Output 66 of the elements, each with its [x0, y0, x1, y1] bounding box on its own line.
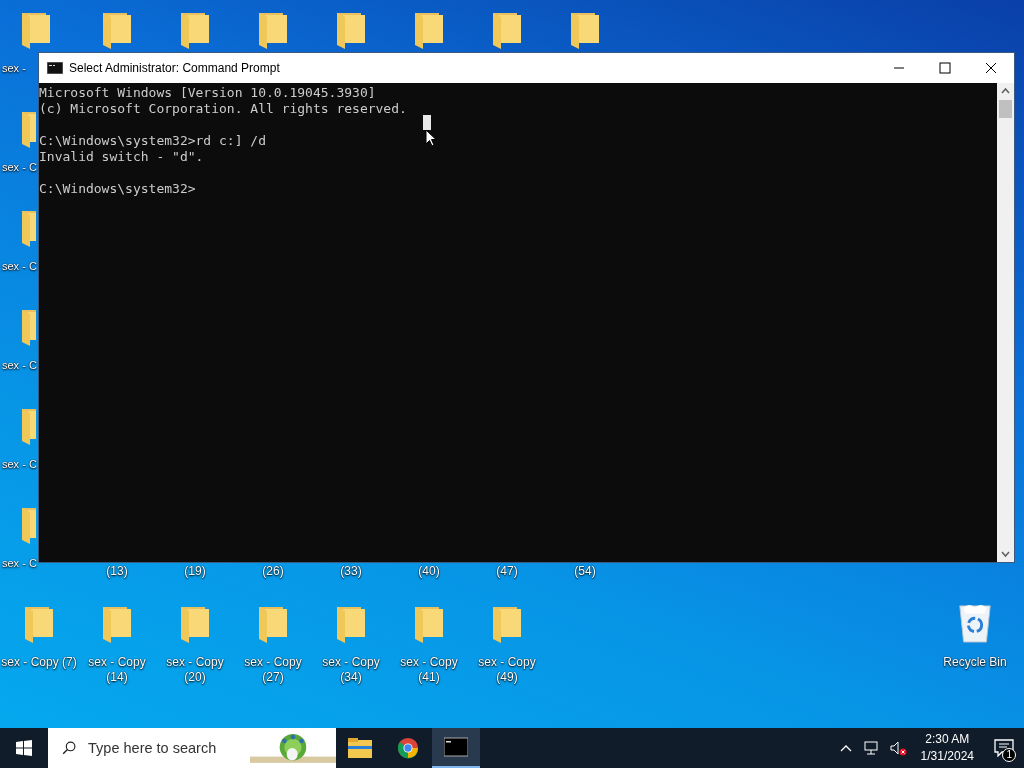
console-line: Invalid switch - "d". [39, 149, 204, 165]
desktop-icon-label[interactable]: sex - Copy (14) [79, 655, 155, 685]
clock-date[interactable]: 1/31/2024 [920, 748, 974, 765]
folder-icon[interactable] [20, 209, 36, 249]
folder-icon[interactable] [20, 11, 52, 51]
notification-icon[interactable] [994, 739, 1014, 757]
folder-icon[interactable] [101, 605, 133, 645]
folder-icon[interactable] [101, 11, 133, 51]
folder-icon[interactable] [20, 308, 36, 348]
mouse-pointer-icon [425, 129, 437, 147]
console-icon [47, 62, 63, 74]
notification-count-badge: 1 [1002, 748, 1016, 762]
desktop-icon-label[interactable]: (54) [547, 564, 623, 579]
desktop-icon-label[interactable]: sex - [0, 61, 26, 76]
folder-icon[interactable] [179, 11, 211, 51]
folder-icon[interactable] [569, 11, 601, 51]
folder-icon[interactable] [179, 605, 211, 645]
desktop-icon-label[interactable]: (40) [391, 564, 467, 579]
taskbar-app-button[interactable] [432, 728, 480, 768]
folder-icon[interactable] [491, 11, 523, 51]
desktop-icon-label[interactable]: sex - C [0, 457, 37, 472]
scroll-thumb[interactable] [999, 100, 1012, 118]
console-line: (c) Microsoft Corporation. All rights reserved. [39, 101, 407, 117]
text-cursor-icon [423, 115, 431, 130]
folder-icon[interactable] [335, 11, 367, 51]
desktop-icon-label[interactable]: Recycle Bin [937, 655, 1013, 670]
folder-icon[interactable] [23, 605, 55, 645]
desktop-icon-label[interactable]: sex - C [0, 556, 37, 571]
desktop-icon-label[interactable]: (26) [235, 564, 311, 579]
clock-time[interactable]: 2:30 AM [925, 731, 970, 748]
folder-icon[interactable] [335, 605, 367, 645]
windows-start-icon[interactable] [16, 740, 32, 756]
folder-icon[interactable] [491, 605, 523, 645]
search-field[interactable]: Type here to search [48, 728, 336, 768]
desktop-icon-label[interactable]: (33) [313, 564, 389, 579]
desktop-icon-label[interactable]: (47) [469, 564, 545, 579]
folder-icon [348, 737, 372, 759]
desktop-icon-label[interactable]: sex - Copy (41) [391, 655, 467, 685]
folder-icon[interactable] [20, 110, 36, 150]
desktop-icon-label[interactable]: sex - Copy (49) [469, 655, 545, 685]
chrome-icon [396, 737, 420, 759]
console-line: C:\Windows\system32>rd c:] /d [39, 133, 266, 149]
desktop-icon-label[interactable]: sex - Copy (34) [313, 655, 389, 685]
scrollbar[interactable] [997, 83, 1014, 562]
network-icon[interactable] [862, 740, 881, 756]
folder-icon[interactable] [20, 506, 36, 546]
folder-icon[interactable] [20, 407, 36, 447]
volume-muted-icon[interactable] [888, 740, 907, 756]
desktop-icon-label[interactable]: (13) [79, 564, 155, 579]
desktop-icon-label[interactable]: sex - C [0, 358, 37, 373]
folder-icon[interactable] [413, 11, 445, 51]
search-input[interactable]: Type here to search [86, 739, 251, 757]
desktop-icon-label[interactable]: sex - Copy (27) [235, 655, 311, 685]
folder-icon[interactable] [257, 605, 289, 645]
console-line: Microsoft Windows [Version 10.0.19045.3930] [39, 85, 376, 101]
console-line: C:\Windows\system32> [39, 181, 196, 197]
console-icon [444, 736, 468, 758]
desktop-icon-label[interactable]: sex - C [0, 259, 37, 274]
desktop-icon-label[interactable]: sex - Copy (7) [1, 655, 77, 670]
folder-icon[interactable] [413, 605, 445, 645]
desktop-icon-label[interactable]: sex - C [0, 160, 37, 175]
search-icon [62, 739, 77, 757]
folder-icon[interactable] [257, 11, 289, 51]
desktop-icon-label[interactable]: sex - Copy (20) [157, 655, 233, 685]
desktop-icon-label[interactable]: (19) [157, 564, 233, 579]
window-title: Select Administrator: Command Prompt [69, 61, 280, 75]
